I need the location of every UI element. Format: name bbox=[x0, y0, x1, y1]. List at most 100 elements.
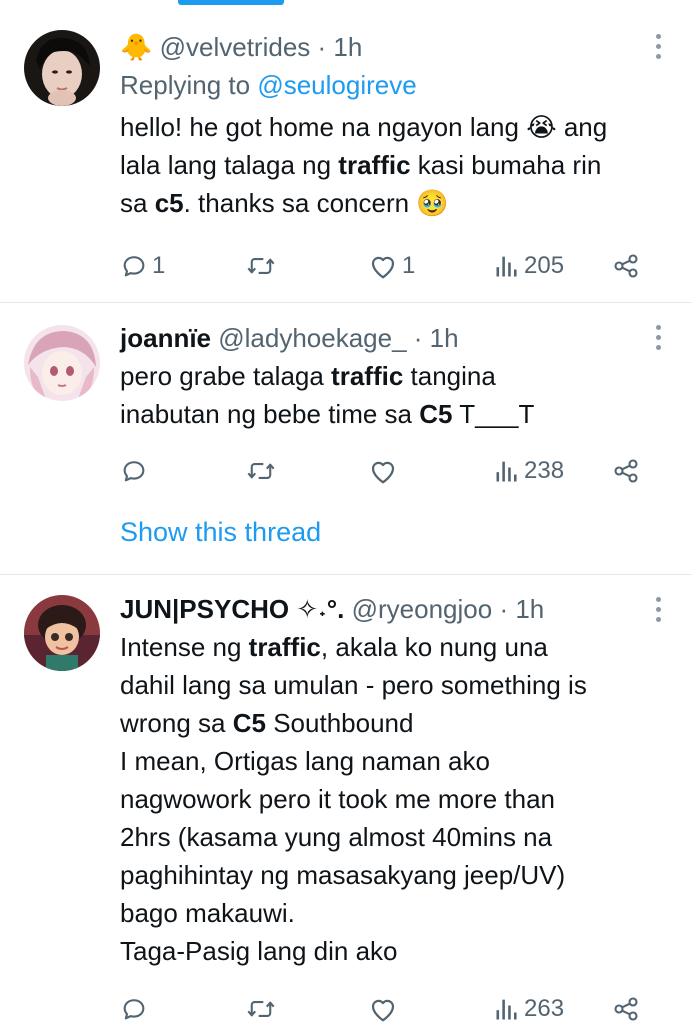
tweet-text-line: inabutan ng bebe time sa C5 T___T bbox=[120, 395, 672, 433]
reply-button[interactable] bbox=[120, 991, 148, 1027]
tweet-text-line: Taga-Pasig lang din ako bbox=[120, 932, 672, 970]
tweet-actions: 238 bbox=[120, 453, 660, 489]
reply-icon bbox=[120, 457, 148, 485]
more-icon[interactable] bbox=[654, 34, 662, 60]
tweet-3[interactable]: JUN|PSYCHO ✧˖°. @ryeongjoo · 1h Intense … bbox=[0, 575, 692, 1024]
share-button[interactable] bbox=[612, 248, 640, 284]
more-icon[interactable] bbox=[654, 325, 662, 351]
reply-icon bbox=[120, 252, 148, 280]
like-icon bbox=[368, 457, 398, 485]
share-button[interactable] bbox=[612, 991, 640, 1027]
tweet-text-line: lala lang talaga ng traffic kasi bumaha … bbox=[120, 146, 672, 184]
tweet-2[interactable]: joannïe @ladyhoekage_ · 1h pero grabe ta… bbox=[0, 303, 692, 574]
tweet-text-line: I mean, Ortigas lang naman ako bbox=[120, 742, 672, 780]
views-button[interactable]: 263 bbox=[494, 991, 564, 1027]
repost-icon bbox=[246, 457, 276, 485]
tweet-1[interactable]: 🐥 @velvetrides · 1h Replying to @seulogi… bbox=[0, 0, 692, 302]
tweet-time[interactable]: · 1h bbox=[414, 323, 459, 353]
more-icon[interactable] bbox=[654, 597, 662, 623]
tweet-header: JUN|PSYCHO ✧˖°. @ryeongjoo · 1h bbox=[120, 592, 672, 626]
text-span: I mean, Ortigas lang naman ako bbox=[120, 746, 490, 776]
like-button[interactable] bbox=[368, 991, 398, 1027]
reply-button[interactable] bbox=[120, 453, 148, 489]
tweet-actions: 263 bbox=[120, 991, 660, 1027]
tweet-text: Intense ng traffic, akala ko nung una dah… bbox=[120, 628, 672, 970]
text-span: wrong sa bbox=[120, 708, 233, 738]
replying-to-label: Replying to bbox=[120, 70, 251, 100]
share-icon bbox=[612, 252, 640, 280]
text-span: tangina bbox=[403, 361, 496, 391]
show-thread-link[interactable]: Show this thread bbox=[120, 517, 321, 548]
author-handle[interactable]: @ladyhoekage_ bbox=[218, 323, 406, 353]
views-button[interactable]: 238 bbox=[494, 453, 564, 489]
tweet-text-line: dahil lang sa umulan - pero something is bbox=[120, 666, 672, 704]
text-span: paghihintay ng masasakyang jeep/UV) bbox=[120, 860, 566, 890]
text-span: hello! he got home na ngayon lang bbox=[120, 112, 527, 142]
bold-keyword: C5 bbox=[419, 399, 453, 429]
views-icon bbox=[494, 995, 520, 1023]
tweet-text-line: 2hrs (kasama yung almost 40mins na bbox=[120, 818, 672, 856]
text-span: . thanks sa concern bbox=[183, 188, 417, 218]
avatar[interactable] bbox=[24, 325, 100, 401]
bold-keyword: C5 bbox=[232, 708, 266, 738]
tweet-time[interactable]: · 1h bbox=[499, 594, 544, 624]
reply-button[interactable]: 1 bbox=[120, 248, 165, 284]
tweet-text-line: wrong sa C5 Southbound bbox=[120, 704, 672, 742]
like-button[interactable] bbox=[368, 453, 398, 489]
repost-button[interactable] bbox=[246, 248, 276, 284]
replying-to-handle[interactable]: @seulogireve bbox=[257, 70, 416, 100]
views-count: 205 bbox=[524, 252, 565, 279]
share-button[interactable] bbox=[612, 453, 640, 489]
views-icon bbox=[494, 252, 520, 280]
tweet-time[interactable]: · 1h bbox=[318, 32, 363, 62]
author-name[interactable]: joannïe bbox=[120, 323, 211, 353]
text-span: Taga-Pasig lang din ako bbox=[120, 936, 398, 966]
author-handle[interactable]: @ryeongjoo bbox=[352, 594, 493, 624]
tweet-text: pero grabe talaga traffic tangina inabuta… bbox=[120, 357, 672, 433]
repost-icon bbox=[246, 252, 276, 280]
text-span: kasi bumaha rin bbox=[410, 150, 602, 180]
repost-button[interactable] bbox=[246, 453, 276, 489]
author-handle[interactable]: @velvetrides bbox=[160, 32, 311, 62]
like-icon bbox=[368, 995, 398, 1023]
tweet-text-line: Intense ng traffic, akala ko nung una bbox=[120, 628, 672, 666]
tweet-text-line: sa c5. thanks sa concern 🥹 bbox=[120, 184, 672, 222]
tweet-header: 🐥 @velvetrides · 1h bbox=[120, 30, 672, 64]
text-span: ang bbox=[556, 112, 608, 142]
bold-keyword: c5 bbox=[154, 188, 184, 218]
tweet-text-line: pero grabe talaga traffic tangina bbox=[120, 357, 672, 395]
avatar[interactable] bbox=[24, 595, 100, 671]
views-icon bbox=[494, 457, 520, 485]
text-span: Intense ng bbox=[120, 632, 249, 662]
share-icon bbox=[612, 457, 640, 485]
reply-icon bbox=[120, 995, 148, 1023]
text-span: bago makauwi. bbox=[120, 898, 295, 928]
bold-keyword: traffic bbox=[248, 632, 321, 662]
tweet-text-line: nagwowork pero it took me more than bbox=[120, 780, 672, 818]
replies-count: 1 bbox=[152, 252, 166, 279]
avatar[interactable] bbox=[24, 30, 100, 106]
tweet-header: joannïe @ladyhoekage_ · 1h bbox=[120, 321, 672, 355]
text-span: dahil lang sa umulan - pero something is bbox=[120, 670, 587, 700]
emoji: 🥹 bbox=[416, 188, 449, 218]
repost-icon bbox=[246, 995, 276, 1023]
text-span: Southbound bbox=[265, 708, 414, 738]
author-name[interactable]: JUN|PSYCHO ✧˖°. bbox=[120, 594, 344, 624]
bold-keyword: traffic bbox=[338, 150, 411, 180]
tweet-actions: 1 1 205 bbox=[120, 248, 660, 284]
share-icon bbox=[612, 995, 640, 1023]
author-emoji: 🐥 bbox=[120, 32, 153, 62]
like-icon bbox=[368, 252, 398, 280]
text-span: lala lang talaga ng bbox=[120, 150, 339, 180]
views-button[interactable]: 205 bbox=[494, 248, 564, 284]
text-span: pero grabe talaga bbox=[120, 361, 332, 391]
text-span: nagwowork pero it took me more than bbox=[120, 784, 555, 814]
repost-button[interactable] bbox=[246, 991, 276, 1027]
text-span: , akala ko nung una bbox=[320, 632, 548, 662]
views-count: 238 bbox=[524, 457, 565, 484]
views-count: 263 bbox=[524, 995, 565, 1022]
text-span: T___T bbox=[452, 399, 535, 429]
like-button[interactable]: 1 bbox=[368, 248, 415, 284]
emoji: 😭 bbox=[526, 112, 557, 142]
bold-keyword: traffic bbox=[331, 361, 404, 391]
